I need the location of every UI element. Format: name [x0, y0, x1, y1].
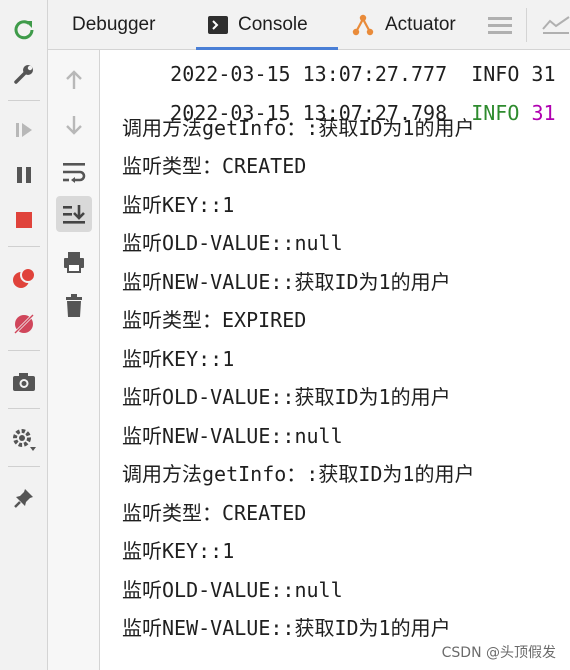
console-line: 监听类型：EXPIRED [122, 308, 307, 332]
settings-icon[interactable] [8, 424, 40, 456]
log-level: INFO [471, 101, 520, 125]
stop-icon[interactable] [8, 204, 40, 236]
tab-console-label: Console [238, 14, 308, 35]
log-pid: 31 [531, 101, 556, 125]
console-line: 监听OLD-VALUE::获取ID为1的用户 [122, 385, 451, 409]
console-icon [208, 16, 228, 34]
console-line: 调用方法getInfo：:获取ID为1的用户 [122, 462, 475, 486]
view-breakpoints-icon[interactable] [8, 262, 40, 294]
restore-layout-icon[interactable] [542, 0, 570, 50]
wrench-icon[interactable] [8, 58, 40, 90]
console-output[interactable]: 2022-03-15 13:07:27.777 INFO 31 2022-03-… [101, 50, 570, 670]
console-line: 监听KEY::1 [122, 539, 235, 563]
console-line: 监听NEW-VALUE::null [122, 424, 343, 448]
tab-actuator-label: Actuator [385, 14, 456, 35]
tab-debugger-label: Debugger [72, 14, 156, 35]
tab-bar: Debugger Console Actuator [48, 0, 570, 50]
soft-wrap-icon[interactable] [56, 154, 92, 190]
print-icon[interactable] [56, 244, 92, 280]
scroll-to-end-icon[interactable] [56, 196, 92, 232]
scroll-down-icon[interactable] [56, 107, 92, 143]
console-line: 调用方法getInfo：:获取ID为1的用户 [122, 116, 475, 140]
console-line: 监听NEW-VALUE::获取ID为1的用户 [122, 270, 451, 294]
watermark: CSDN @头顶假发 [441, 645, 556, 661]
clear-all-icon[interactable] [56, 288, 92, 324]
console-toolbar [48, 50, 100, 670]
tab-console[interactable]: Console [196, 0, 338, 50]
console-line: 监听OLD-VALUE::null [122, 578, 343, 602]
console-line: 监听KEY::1 [122, 347, 235, 371]
pause-icon[interactable] [8, 159, 40, 191]
pin-icon[interactable] [8, 482, 40, 514]
tab-debugger[interactable]: Debugger [72, 0, 155, 50]
console-line: 监听NEW-VALUE::获取ID为1的用户 [122, 616, 451, 640]
console-line: 监听类型：CREATED [122, 501, 307, 525]
resume-icon[interactable] [8, 114, 40, 146]
scroll-up-icon[interactable] [56, 62, 92, 98]
console-line: 监听OLD-VALUE::null [122, 231, 343, 255]
mute-breakpoints-icon[interactable] [8, 308, 40, 340]
camera-icon[interactable] [8, 366, 40, 398]
console-line: 监听类型：CREATED [122, 154, 307, 178]
left-toolbar [0, 0, 48, 670]
rerun-icon[interactable] [8, 14, 40, 46]
console-line: 监听KEY::1 [122, 193, 235, 217]
layout-menu-icon[interactable] [488, 0, 512, 50]
tab-actuator[interactable]: Actuator [351, 0, 456, 50]
actuator-icon [351, 13, 375, 37]
